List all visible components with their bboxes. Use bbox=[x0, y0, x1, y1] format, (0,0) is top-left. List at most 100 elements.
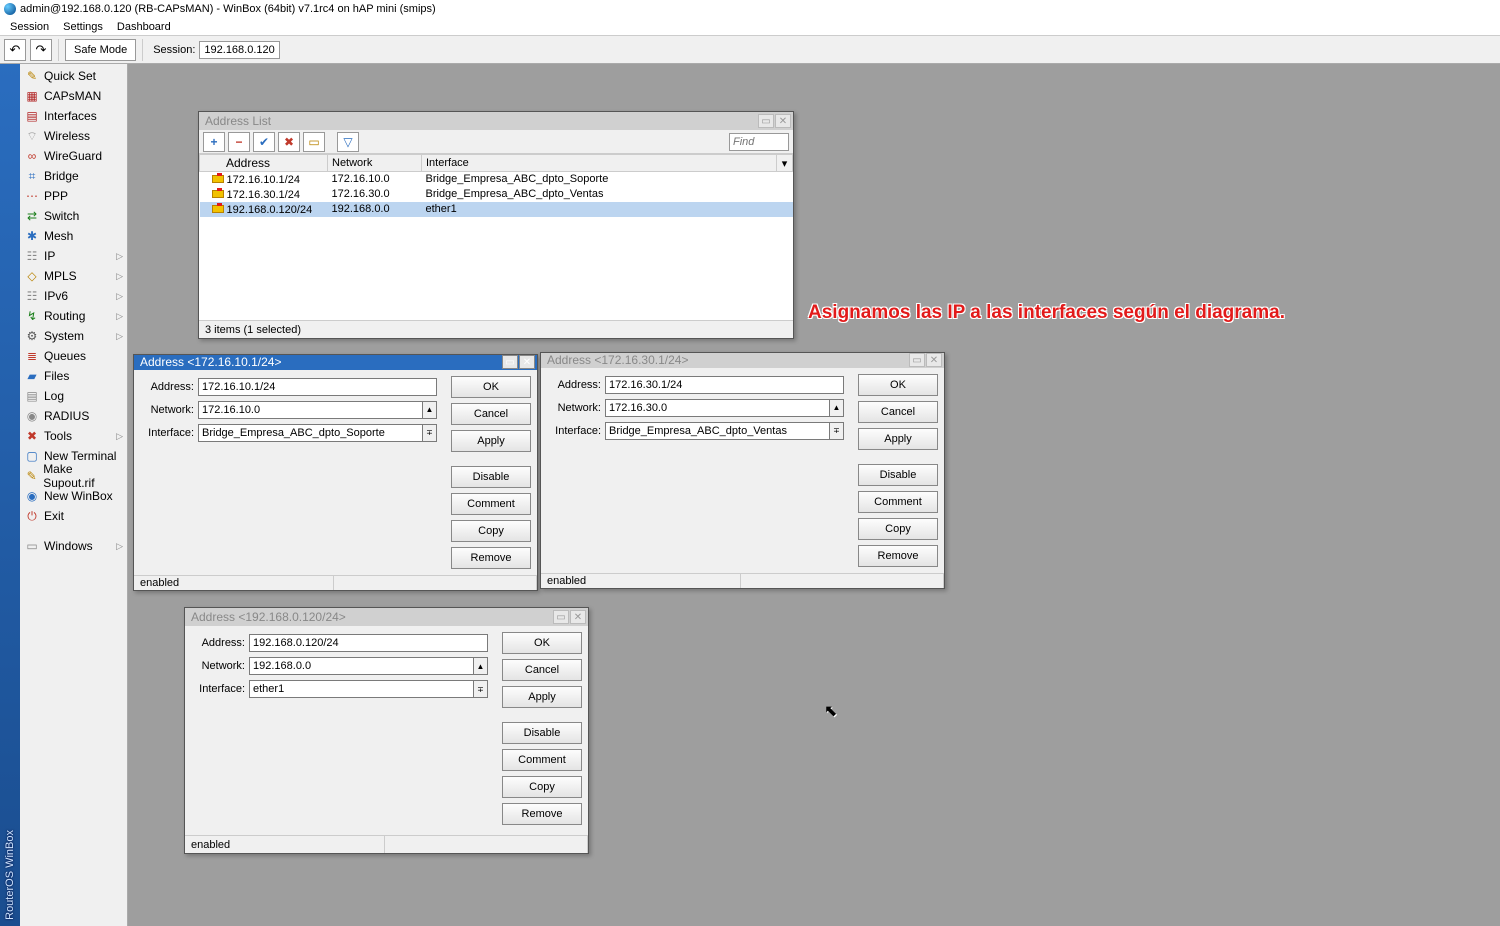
address-input[interactable] bbox=[249, 634, 488, 652]
copy-button[interactable]: Copy bbox=[502, 776, 582, 798]
sidebar-item-mesh[interactable]: Mesh bbox=[20, 226, 127, 246]
remove-button[interactable]: − bbox=[228, 132, 250, 152]
network-input[interactable] bbox=[198, 401, 423, 419]
chevron-up-icon[interactable]: ▲ bbox=[474, 657, 488, 675]
restore-icon[interactable]: ▭ bbox=[502, 355, 518, 369]
table-row[interactable]: 192.168.0.120/24192.168.0.0ether1 bbox=[200, 202, 793, 217]
col-network[interactable]: Network bbox=[328, 155, 422, 172]
cancel-button[interactable]: Cancel bbox=[858, 401, 938, 423]
copy-button[interactable]: Copy bbox=[451, 520, 531, 542]
interface-input[interactable] bbox=[605, 422, 830, 440]
chevron-down-icon[interactable]: ∓ bbox=[474, 680, 488, 698]
cancel-button[interactable]: Cancel bbox=[451, 403, 531, 425]
cancel-button[interactable]: Cancel bbox=[502, 659, 582, 681]
menu-settings[interactable]: Settings bbox=[57, 21, 109, 33]
filter-button[interactable]: ▽ bbox=[337, 132, 359, 152]
disable-button[interactable]: Disable bbox=[502, 722, 582, 744]
table-row[interactable]: 172.16.10.1/24172.16.10.0Bridge_Empresa_… bbox=[200, 172, 793, 187]
interface-input[interactable] bbox=[249, 680, 474, 698]
address-grid[interactable]: Address Network Interface ▾ 172.16.10.1/… bbox=[199, 154, 793, 320]
chevron-up-icon[interactable]: ▲ bbox=[423, 401, 437, 419]
restore-icon[interactable]: ▭ bbox=[553, 610, 569, 624]
comment-button[interactable]: ▭ bbox=[303, 132, 325, 152]
sidebar-item-wireguard[interactable]: WireGuard bbox=[20, 146, 127, 166]
chevron-down-icon[interactable]: ∓ bbox=[423, 424, 437, 442]
sidebar-item-quick-set[interactable]: Quick Set bbox=[20, 66, 127, 86]
remove-button[interactable]: Remove bbox=[451, 547, 531, 569]
apply-button[interactable]: Apply bbox=[858, 428, 938, 450]
sidebar-item-switch[interactable]: Switch bbox=[20, 206, 127, 226]
address-window-3[interactable]: Address <192.168.0.120/24> ▭ ✕ Address: … bbox=[184, 607, 589, 854]
tools-icon bbox=[24, 428, 40, 444]
col-interface[interactable]: Interface bbox=[422, 155, 777, 172]
address-window-2[interactable]: Address <172.16.30.1/24> ▭ ✕ Address: Ne… bbox=[540, 352, 945, 589]
table-row[interactable]: 172.16.30.1/24172.16.30.0Bridge_Empresa_… bbox=[200, 187, 793, 202]
ok-button[interactable]: OK bbox=[502, 632, 582, 654]
copy-button[interactable]: Copy bbox=[858, 518, 938, 540]
routing-icon bbox=[24, 308, 40, 324]
comment-button[interactable]: Comment bbox=[451, 493, 531, 515]
sidebar-item-files[interactable]: Files bbox=[20, 366, 127, 386]
comment-button[interactable]: Comment bbox=[502, 749, 582, 771]
disable-button[interactable]: ✖ bbox=[278, 132, 300, 152]
network-input[interactable] bbox=[249, 657, 474, 675]
sidebar-item-mpls[interactable]: MPLS▷ bbox=[20, 266, 127, 286]
restore-icon[interactable]: ▭ bbox=[909, 353, 925, 367]
col-menu[interactable]: ▾ bbox=[777, 155, 793, 172]
sidebar-item-ppp[interactable]: PPP bbox=[20, 186, 127, 206]
chevron-down-icon[interactable]: ∓ bbox=[830, 422, 844, 440]
sidebar-item-new-winbox[interactable]: New WinBox bbox=[20, 486, 127, 506]
remove-button[interactable]: Remove bbox=[502, 803, 582, 825]
restore-icon[interactable]: ▭ bbox=[758, 114, 774, 128]
ok-button[interactable]: OK bbox=[451, 376, 531, 398]
sidebar-item-log[interactable]: Log bbox=[20, 386, 127, 406]
menu-session[interactable]: Session bbox=[4, 21, 55, 33]
sidebar-item-interfaces[interactable]: Interfaces bbox=[20, 106, 127, 126]
sidebar-item-make-supout-rif[interactable]: Make Supout.rif bbox=[20, 466, 127, 486]
sidebar-item-system[interactable]: System▷ bbox=[20, 326, 127, 346]
titlebar[interactable]: Address List ▭ ✕ bbox=[199, 112, 793, 130]
find-input[interactable] bbox=[729, 133, 789, 151]
sidebar-item-queues[interactable]: Queues bbox=[20, 346, 127, 366]
interface-input[interactable] bbox=[198, 424, 423, 442]
sidebar-item-bridge[interactable]: Bridge bbox=[20, 166, 127, 186]
sidebar-item-wireless[interactable]: Wireless bbox=[20, 126, 127, 146]
address-list-window[interactable]: Address List ▭ ✕ + − ✔ ✖ ▭ ▽ Address bbox=[198, 111, 794, 339]
apply-button[interactable]: Apply bbox=[451, 430, 531, 452]
sidebar-item-routing[interactable]: Routing▷ bbox=[20, 306, 127, 326]
redo-button[interactable]: ↷ bbox=[30, 39, 52, 61]
disable-button[interactable]: Disable bbox=[451, 466, 531, 488]
menu-dashboard[interactable]: Dashboard bbox=[111, 21, 177, 33]
sidebar-item-ipv6[interactable]: IPv6▷ bbox=[20, 286, 127, 306]
titlebar[interactable]: Address <192.168.0.120/24> ▭ ✕ bbox=[185, 608, 588, 626]
close-icon[interactable]: ✕ bbox=[570, 610, 586, 624]
enable-button[interactable]: ✔ bbox=[253, 132, 275, 152]
address-input[interactable] bbox=[605, 376, 844, 394]
disable-button[interactable]: Disable bbox=[858, 464, 938, 486]
undo-button[interactable]: ↶ bbox=[4, 39, 26, 61]
ok-button[interactable]: OK bbox=[858, 374, 938, 396]
comment-button[interactable]: Comment bbox=[858, 491, 938, 513]
add-button[interactable]: + bbox=[203, 132, 225, 152]
network-input[interactable] bbox=[605, 399, 830, 417]
network-label: Network: bbox=[193, 660, 249, 672]
close-icon[interactable]: ✕ bbox=[926, 353, 942, 367]
titlebar[interactable]: Address <172.16.10.1/24> ▭ ✕ bbox=[134, 355, 537, 370]
close-icon[interactable]: ✕ bbox=[519, 355, 535, 369]
address-window-1[interactable]: Address <172.16.10.1/24> ▭ ✕ Address: Ne… bbox=[133, 354, 538, 591]
apply-button[interactable]: Apply bbox=[502, 686, 582, 708]
address-input[interactable] bbox=[198, 378, 437, 396]
titlebar[interactable]: Address <172.16.30.1/24> ▭ ✕ bbox=[541, 353, 944, 368]
sidebar-item-windows[interactable]: Windows▷ bbox=[20, 536, 127, 556]
sidebar-item-tools[interactable]: Tools▷ bbox=[20, 426, 127, 446]
col-address[interactable]: Address bbox=[200, 155, 328, 172]
sidebar-item-exit[interactable]: Exit bbox=[20, 506, 127, 526]
sidebar-item-label: PPP bbox=[44, 189, 68, 203]
safe-mode-button[interactable]: Safe Mode bbox=[65, 39, 136, 61]
sidebar-item-capsman[interactable]: CAPsMAN bbox=[20, 86, 127, 106]
remove-button[interactable]: Remove bbox=[858, 545, 938, 567]
close-icon[interactable]: ✕ bbox=[775, 114, 791, 128]
sidebar-item-radius[interactable]: RADIUS bbox=[20, 406, 127, 426]
sidebar-item-ip[interactable]: IP▷ bbox=[20, 246, 127, 266]
chevron-up-icon[interactable]: ▲ bbox=[830, 399, 844, 417]
